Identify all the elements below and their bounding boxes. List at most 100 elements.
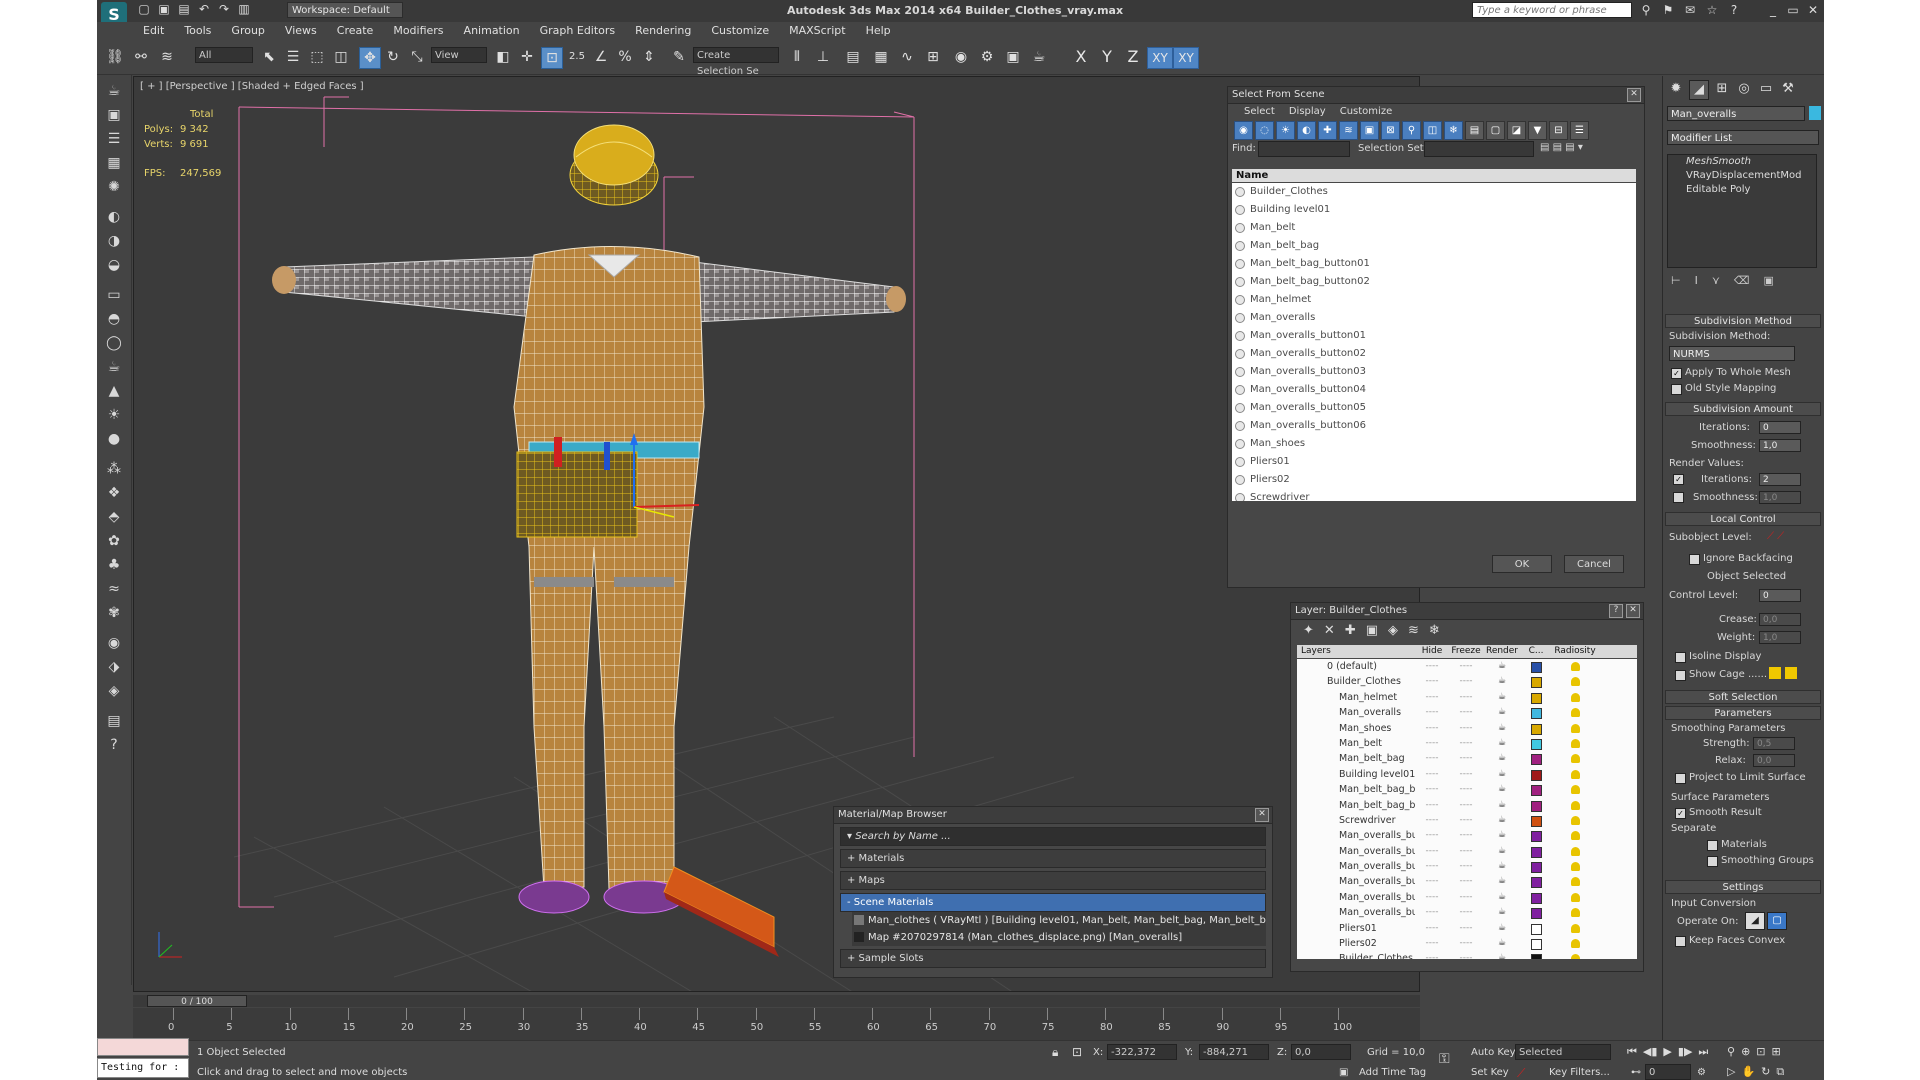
hold-icon[interactable]: ▥ xyxy=(237,2,251,16)
layer-color-swatch[interactable] xyxy=(1530,723,1542,735)
render-teapot-icon[interactable]: ☕ xyxy=(1483,828,1521,843)
isoline-display-checkbox[interactable] xyxy=(1675,652,1686,663)
configure-sets-icon[interactable]: ▣ xyxy=(1763,274,1773,287)
list-icon[interactable]: ☰ xyxy=(104,129,124,149)
axis-y-button[interactable]: Y xyxy=(1095,47,1119,67)
modify-tab-icon[interactable]: ◢ xyxy=(1689,80,1709,100)
radiosity-cell[interactable] xyxy=(1551,767,1599,782)
keyboard-shortcut-icon[interactable]: ⊡ xyxy=(541,47,563,69)
stack-item-editable-poly[interactable]: Editable Poly xyxy=(1668,183,1816,197)
group-maps[interactable]: + Maps xyxy=(840,871,1266,890)
list-item[interactable]: Man_shoes xyxy=(1232,435,1636,453)
link-icon[interactable]: ⛓ xyxy=(105,47,125,67)
select-all-icon[interactable]: ▤ xyxy=(1465,120,1484,140)
render-teapot-icon[interactable]: ☕ xyxy=(1483,674,1521,689)
render-teapot-icon[interactable]: ☕ xyxy=(1483,767,1521,782)
grid-icon[interactable]: ▦ xyxy=(104,153,124,173)
unlink-icon[interactable]: ⚯ xyxy=(131,47,151,67)
render-teapot-icon[interactable]: ☕ xyxy=(1483,782,1521,797)
shapes-icon[interactable]: ❖ xyxy=(104,483,124,503)
radiosity-bulb-icon[interactable] xyxy=(1570,677,1580,687)
hide-toggle[interactable]: ---- xyxy=(1415,705,1449,720)
auto-key-button[interactable]: Auto Key xyxy=(1471,1047,1516,1058)
hide-toggle[interactable]: ---- xyxy=(1415,828,1449,843)
cloth-icon[interactable]: ✾ xyxy=(104,603,124,623)
layer-row[interactable]: Man_belt_bag ---- ---- ☕ xyxy=(1297,751,1637,766)
layer-color-cell[interactable] xyxy=(1521,951,1551,959)
overalls-model[interactable] xyxy=(513,245,705,890)
helmet-model[interactable] xyxy=(569,124,659,206)
freeze-toggle[interactable]: ---- xyxy=(1449,951,1483,959)
create-layer-icon[interactable]: ✦ xyxy=(1303,623,1314,645)
hide-toggle[interactable]: ---- xyxy=(1415,767,1449,782)
schematic-view-icon[interactable]: ⊞ xyxy=(923,47,943,67)
render-teapot-icon[interactable]: ☕ xyxy=(1483,798,1521,813)
radiosity-bulb-icon[interactable] xyxy=(1570,723,1580,733)
freeze-toggle[interactable]: ---- xyxy=(1449,674,1483,689)
project-limit-checkbox[interactable] xyxy=(1675,773,1686,784)
radiosity-bulb-icon[interactable] xyxy=(1570,939,1580,949)
freeze-toggle[interactable]: ---- xyxy=(1449,782,1483,797)
radiosity-cell[interactable] xyxy=(1551,874,1599,889)
sphere-icon[interactable]: ◓ xyxy=(104,309,124,329)
radiosity-cell[interactable] xyxy=(1551,736,1599,751)
layer-color-cell[interactable] xyxy=(1521,782,1551,797)
list-item[interactable]: Man_overalls_button01 xyxy=(1232,327,1636,345)
shoes-model[interactable] xyxy=(518,880,685,914)
display-bones-icon[interactable]: ⚲ xyxy=(1402,120,1421,140)
menu-customize[interactable]: Customize xyxy=(1340,104,1393,120)
select-layer-objects-icon[interactable]: ▣ xyxy=(1366,623,1378,645)
layer-color-cell[interactable] xyxy=(1521,767,1551,782)
stack-item-vraydisplacement[interactable]: VRayDisplacementMod xyxy=(1668,169,1816,183)
layer-row[interactable]: Builder_Clothes ---- ---- ☕ xyxy=(1297,674,1637,689)
menu-graph-editors[interactable]: Graph Editors xyxy=(540,22,616,40)
open-file-icon[interactable]: ▣ xyxy=(157,2,171,16)
display-shapes-icon[interactable]: ◌ xyxy=(1255,120,1274,140)
render-teapot-icon[interactable]: ☕ xyxy=(1483,813,1521,828)
radiosity-cell[interactable] xyxy=(1551,828,1599,843)
named-selection-sets-dropdown[interactable]: Create Selection Se xyxy=(693,47,779,77)
maximize-icon[interactable]: ▭ xyxy=(1786,3,1800,17)
cancel-button[interactable]: Cancel xyxy=(1564,555,1624,573)
operate-on-face-icon[interactable]: ◢ xyxy=(1745,912,1765,930)
menu-maxscript[interactable]: MAXScript xyxy=(789,22,845,40)
freeze-toggle[interactable]: ---- xyxy=(1449,736,1483,751)
teapot-primitive-icon[interactable]: ☕ xyxy=(104,357,124,377)
display-spacewarps-icon[interactable]: ≋ xyxy=(1339,120,1358,140)
menu-help[interactable]: Help xyxy=(866,22,891,40)
spinner-snap-icon[interactable]: ⇕ xyxy=(639,47,659,67)
radiosity-cell[interactable] xyxy=(1551,674,1599,689)
key-mode-toggle-icon[interactable]: ⊷ xyxy=(1631,1067,1641,1078)
menu-rendering[interactable]: Rendering xyxy=(635,22,691,40)
layer-color-swatch[interactable] xyxy=(1530,908,1542,920)
filter-icon[interactable]: ▼ xyxy=(1528,120,1547,140)
modifier-list-dropdown[interactable]: Modifier List xyxy=(1667,130,1819,145)
render-production-icon[interactable]: ☕ xyxy=(1029,47,1049,67)
render-iterations-spinner[interactable]: 2 xyxy=(1759,473,1801,486)
hide-toggle[interactable]: ---- xyxy=(1415,798,1449,813)
select-object-icon[interactable]: ⬉ xyxy=(259,47,279,67)
hide-all-icon[interactable]: ≋ xyxy=(1408,623,1419,645)
select-invert-icon[interactable]: ◪ xyxy=(1507,120,1526,140)
render-teapot-icon[interactable]: ☕ xyxy=(1483,905,1521,920)
radiosity-bulb-icon[interactable] xyxy=(1570,692,1580,702)
remove-modifier-icon[interactable]: ⌫ xyxy=(1734,274,1750,287)
axis-xy-button[interactable]: XY xyxy=(1147,47,1173,69)
hide-toggle[interactable]: ---- xyxy=(1415,690,1449,705)
radiosity-bulb-icon[interactable] xyxy=(1570,769,1580,779)
hide-toggle[interactable]: ---- xyxy=(1415,874,1449,889)
zoom-extents-all-icon[interactable]: ⊞ xyxy=(1772,1045,1781,1058)
object-color-swatch[interactable] xyxy=(1809,106,1821,120)
viewport-label[interactable]: [ + ] [Perspective ] [Shaded + Edged Fac… xyxy=(140,81,364,92)
scene-material-item[interactable]: Man_clothes ( VRayMtl ) [Building level0… xyxy=(852,912,1266,929)
layer-color-cell[interactable] xyxy=(1521,705,1551,720)
list-item[interactable]: Man_belt_bag xyxy=(1232,237,1636,255)
camera-icon[interactable]: ◐ xyxy=(104,207,124,227)
keep-faces-convex-checkbox[interactable] xyxy=(1675,936,1686,947)
list-item[interactable]: Screwdriver xyxy=(1232,489,1636,501)
radiosity-cell[interactable] xyxy=(1551,705,1599,720)
hide-toggle[interactable]: ---- xyxy=(1415,921,1449,936)
radiosity-cell[interactable] xyxy=(1551,798,1599,813)
save-file-icon[interactable]: ▤ xyxy=(177,2,191,16)
radiosity-bulb-icon[interactable] xyxy=(1570,831,1580,841)
